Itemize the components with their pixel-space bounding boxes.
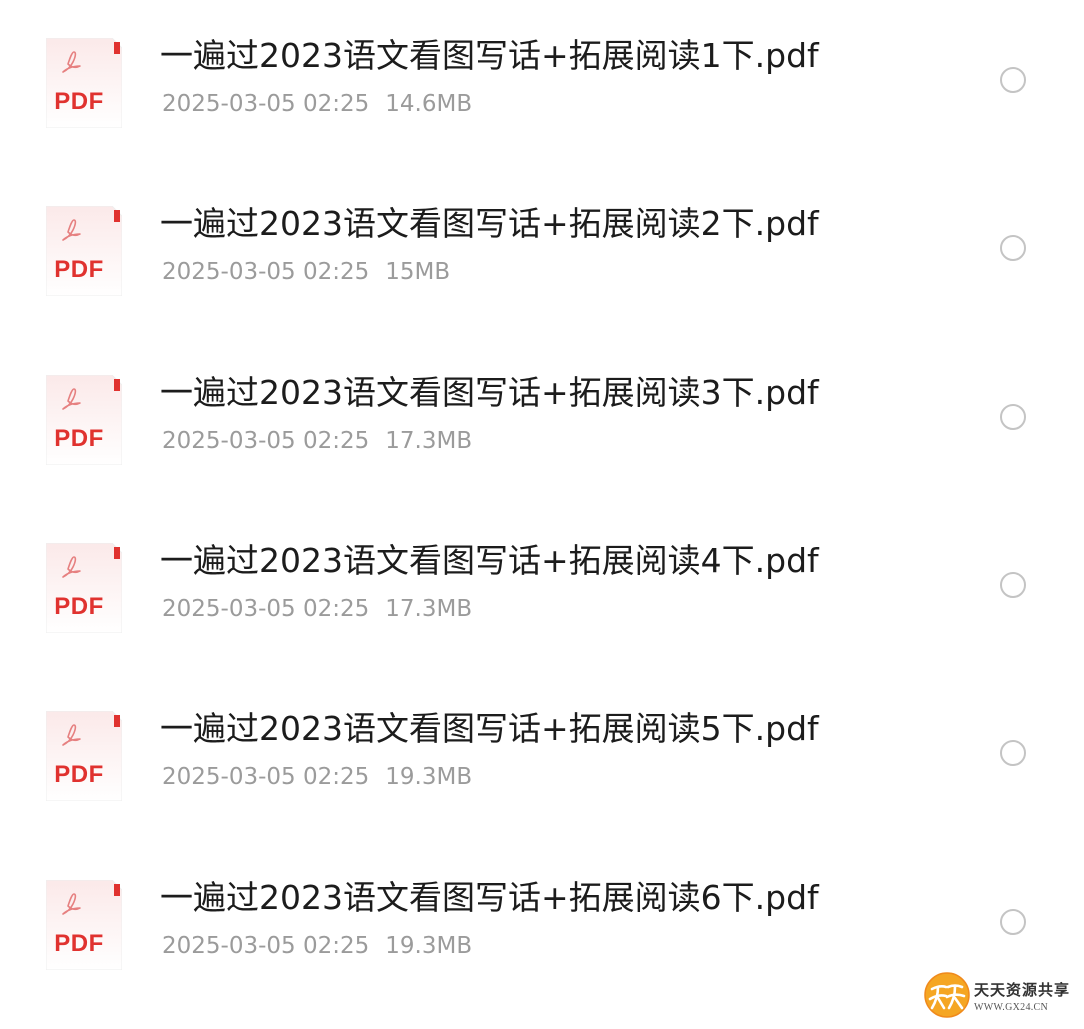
file-date: 2025-03-05 02:25: [162, 596, 370, 622]
select-radio[interactable]: [1000, 235, 1026, 261]
file-date: 2025-03-05 02:25: [162, 933, 370, 959]
pdf-file-icon: PDF: [46, 543, 122, 633]
file-size: 14.6MB: [385, 91, 473, 117]
pdf-file-icon: PDF: [46, 880, 122, 970]
file-list: PDF 一遍过2023语文看图写话+拓展阅读1下.pdf 2025-03-05 …: [0, 0, 1084, 1029]
file-date: 2025-03-05 02:25: [162, 259, 370, 285]
file-date: 2025-03-05 02:25: [162, 764, 370, 790]
pdf-icon-label: PDF: [54, 88, 104, 115]
pdf-icon-label: PDF: [54, 930, 104, 957]
watermark-title: 天天资源共享: [974, 981, 1071, 999]
file-date: 2025-03-05 02:25: [162, 91, 370, 117]
select-radio[interactable]: [1000, 909, 1026, 935]
file-name[interactable]: 一遍过2023语文看图写话+拓展阅读4下.pdf: [160, 541, 940, 581]
file-name[interactable]: 一遍过2023语文看图写话+拓展阅读3下.pdf: [160, 373, 940, 413]
pdf-file-icon: PDF: [46, 711, 122, 801]
file-date: 2025-03-05 02:25: [162, 428, 370, 454]
file-size: 17.3MB: [385, 428, 473, 454]
file-meta: 2025-03-05 02:25 17.3MB: [162, 594, 472, 624]
watermark-url: WWW.GX24.CN: [974, 1002, 1049, 1013]
watermark: 天天资源共享 WWW.GX24.CN: [924, 972, 1080, 1022]
file-name[interactable]: 一遍过2023语文看图写话+拓展阅读6下.pdf: [160, 878, 940, 918]
select-radio[interactable]: [1000, 740, 1026, 766]
file-meta: 2025-03-05 02:25 19.3MB: [162, 931, 472, 961]
file-row[interactable]: PDF 一遍过2023语文看图写话+拓展阅读3下.pdf 2025-03-05 …: [0, 337, 1084, 487]
file-meta: 2025-03-05 02:25 19.3MB: [162, 762, 472, 792]
file-meta: 2025-03-05 02:25 17.3MB: [162, 426, 472, 456]
pdf-icon-label: PDF: [54, 593, 104, 620]
pdf-file-icon: PDF: [46, 375, 122, 465]
pdf-file-icon: PDF: [46, 38, 122, 128]
pdf-icon-label: PDF: [54, 256, 104, 283]
select-radio[interactable]: [1000, 572, 1026, 598]
pdf-file-icon: PDF: [46, 206, 122, 296]
file-size: 19.3MB: [385, 933, 473, 959]
file-name[interactable]: 一遍过2023语文看图写话+拓展阅读1下.pdf: [160, 36, 940, 76]
file-meta: 2025-03-05 02:25 14.6MB: [162, 89, 472, 119]
file-meta: 2025-03-05 02:25 15MB: [162, 257, 450, 287]
select-radio[interactable]: [1000, 404, 1026, 430]
file-row[interactable]: PDF 一遍过2023语文看图写话+拓展阅读2下.pdf 2025-03-05 …: [0, 168, 1084, 318]
file-size: 19.3MB: [385, 764, 473, 790]
file-row[interactable]: PDF 一遍过2023语文看图写话+拓展阅读4下.pdf 2025-03-05 …: [0, 505, 1084, 655]
watermark-logo-icon: [924, 972, 970, 1018]
file-row[interactable]: PDF 一遍过2023语文看图写话+拓展阅读5下.pdf 2025-03-05 …: [0, 673, 1084, 823]
file-row[interactable]: PDF 一遍过2023语文看图写话+拓展阅读1下.pdf 2025-03-05 …: [0, 0, 1084, 150]
pdf-icon-label: PDF: [54, 425, 104, 452]
pdf-icon-label: PDF: [54, 761, 104, 788]
file-size: 17.3MB: [385, 596, 473, 622]
select-radio[interactable]: [1000, 67, 1026, 93]
file-name[interactable]: 一遍过2023语文看图写话+拓展阅读5下.pdf: [160, 709, 940, 749]
file-row[interactable]: PDF 一遍过2023语文看图写话+拓展阅读6下.pdf 2025-03-05 …: [0, 842, 1084, 992]
file-name[interactable]: 一遍过2023语文看图写话+拓展阅读2下.pdf: [160, 204, 940, 244]
file-size: 15MB: [385, 259, 451, 285]
